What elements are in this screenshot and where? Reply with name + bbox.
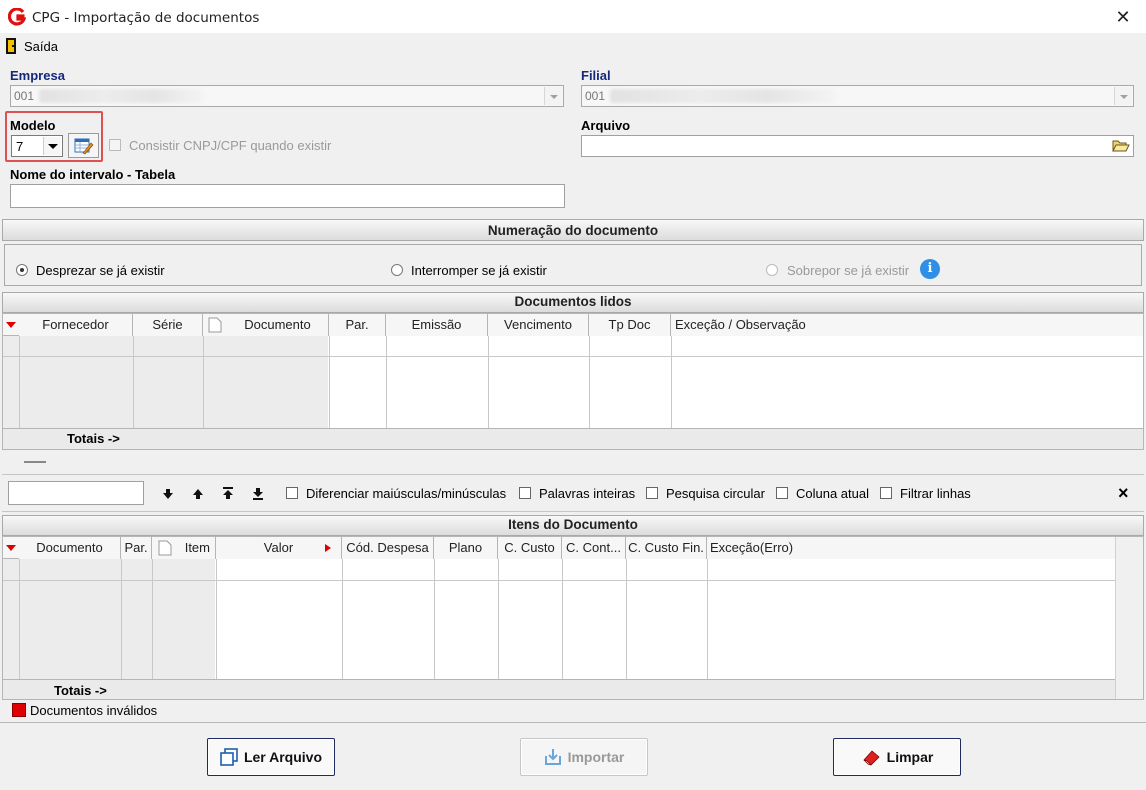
filter-lines-label: Filtrar linhas: [900, 486, 971, 501]
divider: [0, 722, 1146, 723]
docs-lidos-header: Documentos lidos: [2, 292, 1144, 313]
radio-interromper-label: Interromper se já existir: [411, 263, 547, 278]
empresa-select[interactable]: 001: [10, 85, 564, 107]
col-item-plano[interactable]: Plano: [434, 537, 498, 559]
modelo-label: Modelo: [10, 118, 56, 133]
col-tpdoc[interactable]: Tp Doc: [589, 314, 671, 336]
invalid-legend-swatch: [12, 703, 26, 717]
invalid-legend-label: Documentos inválidos: [30, 703, 158, 718]
filial-select[interactable]: 001: [581, 85, 1134, 107]
col-item-valor[interactable]: Valor: [216, 537, 342, 559]
arrow-first-icon[interactable]: [222, 487, 234, 500]
info-icon[interactable]: i: [920, 259, 940, 279]
col-item-par[interactable]: Par.: [121, 537, 152, 559]
intervalo-input[interactable]: [10, 184, 565, 208]
intervalo-label: Nome do intervalo - Tabela: [10, 167, 176, 182]
vertical-scrollbar[interactable]: [1115, 537, 1143, 699]
clear-label: Limpar: [886, 749, 934, 765]
col-item-ccont[interactable]: C. Cont...: [562, 537, 626, 559]
col-fornecedor[interactable]: Fornecedor: [19, 314, 133, 336]
chevron-down-icon[interactable]: [544, 87, 562, 105]
read-file-label: Ler Arquivo: [243, 749, 323, 765]
arquivo-input[interactable]: [581, 135, 1134, 157]
col-item-excecao[interactable]: Exceção(Erro): [707, 537, 1115, 559]
arquivo-label: Arquivo: [581, 118, 631, 133]
import-button[interactable]: Importar: [520, 738, 648, 776]
numeracao-panel: [4, 244, 1142, 286]
empresa-value: 001: [14, 89, 35, 103]
clear-button[interactable]: Limpar: [833, 738, 961, 776]
copy-icon: [220, 748, 238, 766]
radio-desprezar[interactable]: [16, 264, 28, 276]
close-window-button[interactable]: ✕: [1100, 0, 1146, 34]
close-search-icon[interactable]: ×: [1118, 483, 1129, 504]
modelo-select[interactable]: 7: [11, 135, 63, 157]
open-folder-icon[interactable]: [1112, 138, 1130, 154]
close-icon: ✕: [1115, 6, 1131, 27]
col-item-documento[interactable]: Documento: [19, 537, 121, 559]
eraser-icon: [863, 750, 880, 766]
document-icon: [158, 540, 172, 556]
col-serie[interactable]: Série: [133, 314, 203, 336]
search-input[interactable]: [8, 481, 144, 505]
menu-bar: [0, 34, 1146, 58]
current-column-label: Coluna atual: [796, 486, 869, 501]
col-excecao[interactable]: Exceção / Observação: [671, 314, 1143, 336]
whole-words-checkbox[interactable]: [519, 487, 531, 499]
exit-door-icon: [6, 38, 16, 54]
edit-model-button[interactable]: [68, 133, 99, 158]
consistir-checkbox[interactable]: [109, 139, 121, 151]
docs-totals-label: Totais ->: [67, 431, 120, 446]
read-file-button[interactable]: Ler Arquivo: [207, 738, 335, 776]
case-sensitive-checkbox[interactable]: [286, 487, 298, 499]
sort-indicator-icon: [6, 322, 16, 328]
whole-words-label: Palavras inteiras: [539, 486, 636, 501]
docs-lidos-grid[interactable]: Fornecedor Série Documento Par. Emissão …: [2, 313, 1144, 450]
redacted-text: [610, 89, 835, 103]
filial-value: 001: [585, 89, 606, 103]
splitter-handle[interactable]: [24, 461, 46, 463]
arrow-down-icon[interactable]: [162, 488, 174, 500]
radio-desprezar-label: Desprezar se já existir: [36, 263, 165, 278]
radio-sobrepor[interactable]: [766, 264, 778, 276]
arrow-last-icon[interactable]: [252, 487, 264, 500]
radio-sobrepor-label: Sobrepor se já existir: [787, 263, 910, 278]
case-sensitive-label: Diferenciar maiúsculas/minúsculas: [306, 486, 507, 501]
itens-totals-label: Totais ->: [54, 683, 107, 698]
app-logo-icon: [8, 8, 26, 26]
filial-label: Filial: [581, 68, 611, 83]
itens-grid[interactable]: Documento Par. Item Valor Cód. Despesa P…: [2, 536, 1144, 700]
col-item-ccustofin[interactable]: C. Custo Fin.: [626, 537, 707, 559]
circular-search-label: Pesquisa circular: [666, 486, 765, 501]
arrow-up-icon[interactable]: [192, 488, 204, 500]
filter-lines-checkbox[interactable]: [880, 487, 892, 499]
consistir-label: Consistir CNPJ/CPF quando existir: [129, 138, 332, 153]
import-label: Importar: [567, 749, 625, 765]
modelo-value: 7: [16, 139, 24, 154]
document-icon: [208, 317, 222, 333]
edit-table-icon: [74, 138, 94, 155]
menu-item-exit[interactable]: Saída: [24, 39, 58, 54]
col-vencimento[interactable]: Vencimento: [488, 314, 589, 336]
sort-indicator-icon: [6, 545, 16, 551]
empresa-label: Empresa: [10, 68, 65, 83]
import-icon: [544, 749, 561, 765]
chevron-down-icon[interactable]: [1114, 87, 1132, 105]
current-column-checkbox[interactable]: [776, 487, 788, 499]
redacted-text: [39, 89, 204, 103]
col-par[interactable]: Par.: [329, 314, 386, 336]
window-title: CPG - Importação de documentos: [32, 10, 260, 26]
col-item-ccusto[interactable]: C. Custo: [498, 537, 562, 559]
itens-header: Itens do Documento: [2, 515, 1144, 536]
chevron-down-icon[interactable]: [43, 137, 61, 155]
radio-interromper[interactable]: [391, 264, 403, 276]
circular-search-checkbox[interactable]: [646, 487, 658, 499]
column-marker-icon: [325, 544, 331, 552]
col-emissao[interactable]: Emissão: [386, 314, 488, 336]
col-item-despesa[interactable]: Cód. Despesa: [342, 537, 434, 559]
numeracao-header: Numeração do documento: [2, 219, 1144, 241]
